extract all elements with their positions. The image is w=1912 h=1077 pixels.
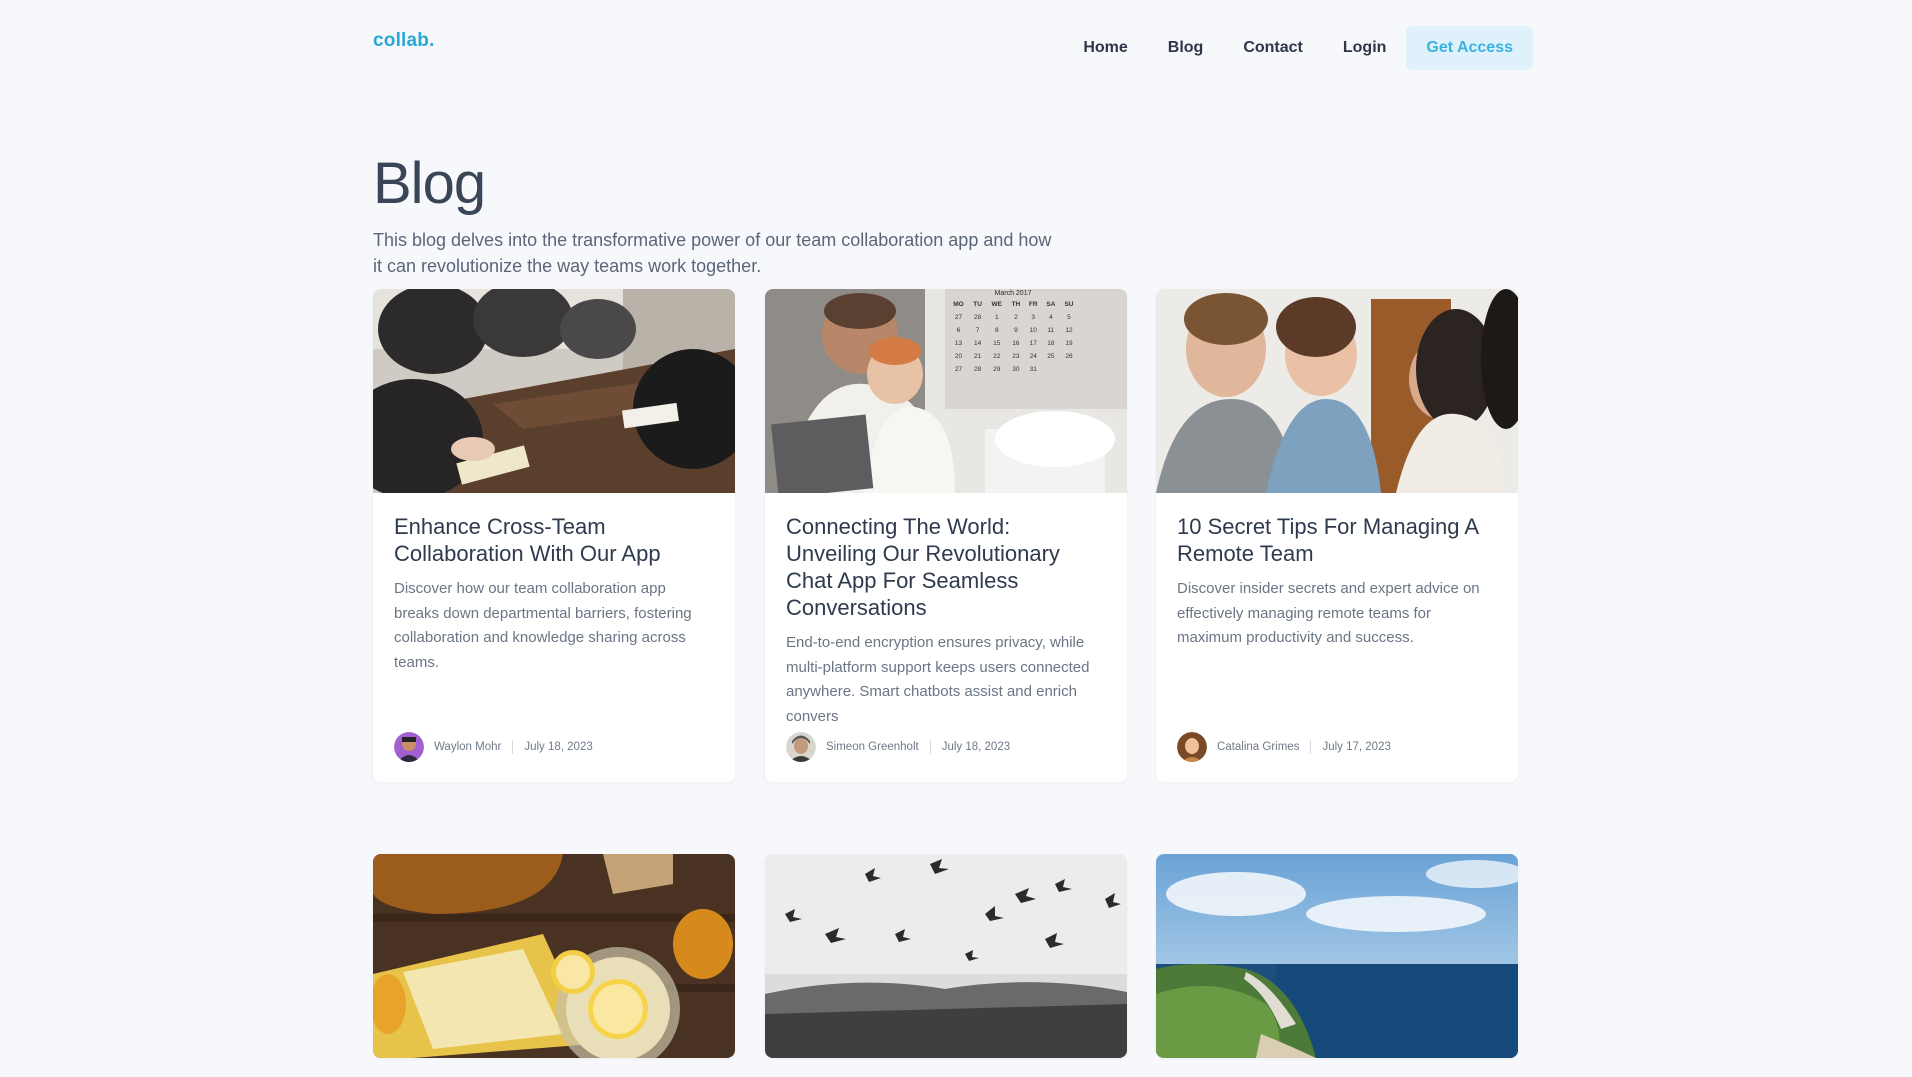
- post-meta: Waylon Mohr July 18, 2023: [394, 732, 593, 762]
- blog-post-card[interactable]: March 2017 MO TU WE TH FR SA SU 27 28 1 2 3 4 5 6 7 8 9 10…: [765, 289, 1127, 782]
- post-body: 10 Secret Tips For Managing A Remote Tea…: [1156, 493, 1518, 782]
- calendar-date: 28: [974, 366, 982, 373]
- post-title[interactable]: 10 Secret Tips For Managing A Remote Tea…: [1177, 513, 1497, 567]
- calendar-date: 17: [1029, 340, 1037, 347]
- calendar-date: 20: [954, 353, 963, 360]
- post-body: Connecting The World: Unveiling Our Revo…: [765, 493, 1127, 782]
- calendar-date: 30: [1012, 366, 1020, 373]
- post-meta: Simeon Greenholt July 18, 2023: [786, 732, 1010, 762]
- calendar-table: MO TU WE TH FR SA SU 27 28 1 2 3 4 5 6 7 8 9 10 11 12 13 14 15 1…: [948, 298, 1078, 376]
- calendar-overlay: March 2017 MO TU WE TH FR SA SU 27 28 1 2 3 4 5 6 7 8 9 10…: [948, 289, 1078, 407]
- calendar-day-header: FR: [1028, 301, 1038, 308]
- post-excerpt: Discover how our team collaboration app …: [394, 580, 692, 671]
- calendar-date: 10: [1029, 327, 1037, 334]
- calendar-date: 27: [954, 366, 963, 373]
- post-image[interactable]: March 2017 MO TU WE TH FR SA SU 27 28 1 2 3 4 5 6 7 8 9 10…: [765, 289, 1127, 493]
- calendar-date: 8: [994, 327, 999, 334]
- calendar-date: 4: [1049, 314, 1053, 321]
- calendar-date: 3: [1031, 314, 1036, 321]
- calendar-date: 29: [993, 366, 1001, 373]
- calendar-day-header: TH: [1011, 301, 1021, 308]
- author-name[interactable]: Waylon Mohr: [434, 741, 501, 753]
- post-image[interactable]: [1156, 854, 1518, 1058]
- meta-divider: [512, 740, 514, 754]
- calendar-date: 24: [1029, 353, 1037, 360]
- calendar-date: 14: [974, 340, 982, 347]
- nav-home-link[interactable]: Home: [1063, 26, 1147, 70]
- calendar-date: 27: [954, 314, 963, 321]
- calendar-date: 12: [1065, 327, 1073, 334]
- calendar-month: March 2017: [994, 290, 1032, 297]
- calendar-date: 19: [1065, 340, 1073, 347]
- calendar-day-header: SA: [1046, 301, 1056, 308]
- calendar-date: 9: [1014, 327, 1018, 334]
- calendar-date: 16: [1012, 340, 1020, 347]
- calendar-date: 13: [954, 340, 963, 347]
- calendar-date: 1: [994, 314, 999, 321]
- author-avatar: [786, 732, 816, 762]
- calendar-date: 7: [975, 327, 980, 334]
- calendar-date: 2: [1014, 314, 1018, 321]
- post-image[interactable]: [373, 854, 735, 1058]
- nav-blog-link[interactable]: Blog: [1148, 26, 1224, 70]
- calendar-date: 11: [1047, 327, 1055, 334]
- calendar-date: 21: [974, 353, 982, 360]
- post-date: July 17, 2023: [1322, 741, 1391, 753]
- calendar-date: 28: [974, 314, 982, 321]
- page-title: Blog: [373, 151, 486, 216]
- post-title[interactable]: Connecting The World: Unveiling Our Revo…: [786, 513, 1106, 621]
- nav-login-link[interactable]: Login: [1323, 26, 1407, 70]
- blog-post-card[interactable]: [765, 854, 1127, 1058]
- author-avatar: [1177, 732, 1207, 762]
- calendar-date: [1042, 363, 1060, 376]
- nav-contact-link[interactable]: Contact: [1223, 26, 1323, 70]
- calendar-day-header: WE: [991, 301, 1002, 308]
- author-avatar: [394, 732, 424, 762]
- get-access-button[interactable]: Get Access: [1406, 26, 1533, 70]
- main-nav: Home Blog Contact Login Get Access: [1063, 26, 1533, 70]
- blog-post-card[interactable]: 10 Secret Tips For Managing A Remote Tea…: [1156, 289, 1518, 782]
- calendar-grid: MO TU WE TH FR SA SU 27 28 1 2 3 4 5 6 7 8 9 10 11 12 13 14 15 1…: [948, 298, 1078, 376]
- calendar-date: 6: [956, 327, 961, 334]
- author-name[interactable]: Catalina Grimes: [1217, 741, 1299, 753]
- calendar-date: 22: [993, 353, 1001, 360]
- post-image[interactable]: [765, 854, 1127, 1058]
- blog-post-card[interactable]: Enhance Cross-Team Collaboration With Ou…: [373, 289, 735, 782]
- blog-post-card[interactable]: [1156, 854, 1518, 1058]
- calendar-date: 25: [1047, 353, 1055, 360]
- post-date: July 18, 2023: [524, 741, 593, 753]
- page-description: This blog delves into the transformative…: [373, 230, 1052, 276]
- calendar-date: 23: [1012, 353, 1020, 360]
- post-excerpt: Discover insider secrets and expert advi…: [1177, 580, 1480, 646]
- brand-logo[interactable]: collab.: [373, 30, 435, 52]
- calendar-date: 18: [1047, 340, 1055, 347]
- post-date: July 18, 2023: [941, 741, 1011, 753]
- meta-divider: [1310, 740, 1312, 754]
- post-body: Enhance Cross-Team Collaboration With Ou…: [373, 493, 735, 782]
- meta-divider: [929, 740, 931, 754]
- calendar-date: 5: [1067, 314, 1071, 321]
- calendar-day-header: SU: [1064, 301, 1074, 308]
- post-image[interactable]: [373, 289, 735, 493]
- calendar-day-header: MO: [953, 301, 964, 308]
- calendar-day-header: TU: [973, 301, 982, 308]
- site-header: collab. Home Blog Contact Login Get Acce…: [373, 26, 1533, 72]
- calendar-date: 15: [993, 340, 1001, 347]
- post-image[interactable]: [1156, 289, 1518, 493]
- calendar-date: 26: [1065, 353, 1073, 360]
- post-excerpt: End-to-end encryption ensures privacy, w…: [786, 634, 1090, 725]
- blog-post-card[interactable]: [373, 854, 735, 1058]
- calendar-date: 31: [1029, 366, 1037, 373]
- calendar-date: [1060, 363, 1078, 376]
- author-name[interactable]: Simeon Greenholt: [826, 741, 919, 753]
- post-title[interactable]: Enhance Cross-Team Collaboration With Ou…: [394, 513, 714, 567]
- post-meta: Catalina Grimes July 17, 2023: [1177, 732, 1391, 762]
